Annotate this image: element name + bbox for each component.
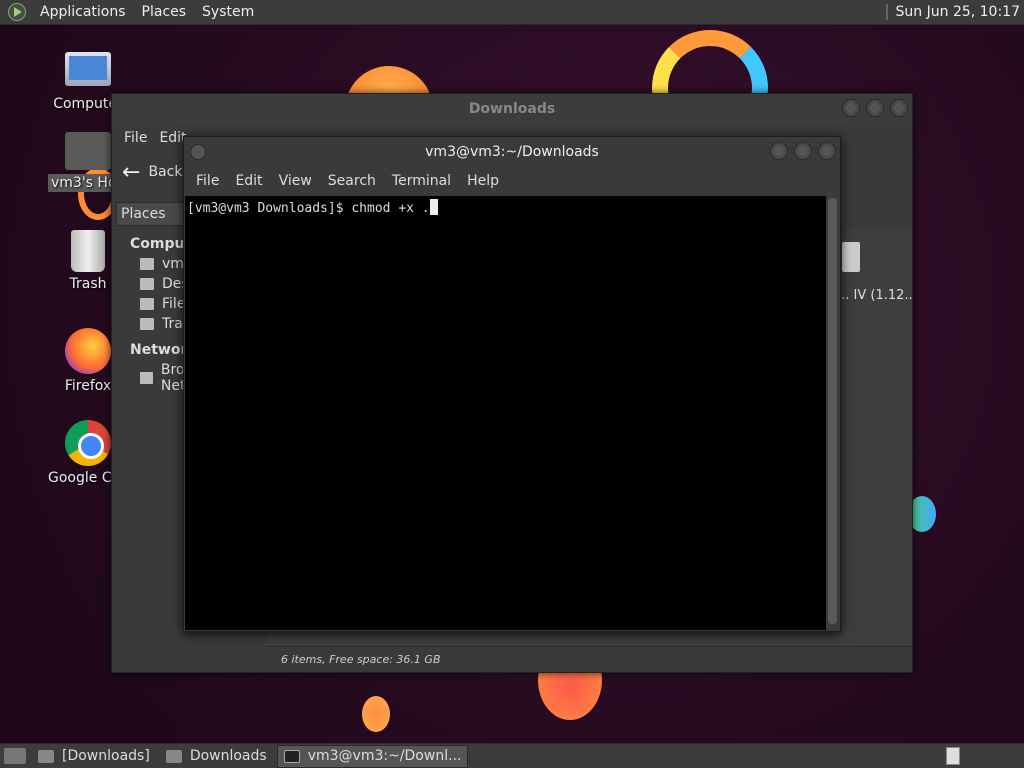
terminal-scrollbar[interactable] (826, 196, 839, 630)
terminal-menubar: File Edit View Search Terminal Help (184, 167, 840, 195)
mate-logo-icon[interactable] (8, 3, 26, 21)
text-cursor (429, 199, 438, 215)
wallpaper-shape (362, 696, 390, 732)
taskbar-item-label: Downloads (189, 748, 267, 764)
taskbar-item-downloads[interactable]: Downloads (160, 745, 273, 768)
file-manager-titlebar[interactable]: Downloads (112, 94, 912, 124)
home-folder-icon (65, 132, 111, 170)
menu-file[interactable]: File (118, 130, 153, 146)
bottom-panel: [Downloads] Downloads vm3@vm3:~/Downl... (0, 743, 1024, 768)
window-title: Downloads (468, 101, 556, 117)
taskbar-item-label: [Downloads] (62, 748, 150, 764)
window-controls (770, 142, 836, 160)
firefox-icon (65, 328, 111, 374)
menu-edit[interactable]: Edit (227, 167, 270, 195)
minimize-button[interactable] (770, 142, 788, 160)
home-icon (140, 258, 154, 270)
terminal-prompt-line: [vm3@vm3 Downloads]$ chmod +x . (187, 201, 430, 216)
system-menu[interactable]: System (194, 0, 262, 25)
drive-icon (140, 298, 154, 310)
terminal-icon (283, 749, 300, 763)
terminal-titlebar[interactable]: vm3@vm3:~/Downloads (184, 137, 840, 167)
maximize-button[interactable] (866, 99, 884, 117)
menu-search[interactable]: Search (320, 167, 384, 195)
window-title: vm3@vm3:~/Downloads (425, 144, 599, 160)
close-button[interactable] (890, 99, 908, 117)
back-button[interactable]: Back (148, 164, 182, 180)
places-menu[interactable]: Places (134, 0, 195, 25)
file-label[interactable]: ... IV (1.12.... [Multi] ...acker-... (837, 286, 912, 305)
chrome-icon (65, 420, 111, 466)
desktop-icon (140, 278, 154, 290)
status-bar: 6 items, Free space: 36.1 GB (267, 646, 912, 672)
terminal-screen[interactable]: [vm3@vm3 Downloads]$ chmod +x . (185, 196, 827, 630)
terminal-window: vm3@vm3:~/Downloads File Edit View Searc… (183, 136, 841, 632)
workspace-switcher[interactable] (946, 747, 960, 765)
menu-view[interactable]: View (271, 167, 320, 195)
maximize-button[interactable] (794, 142, 812, 160)
close-button[interactable] (818, 142, 836, 160)
trash-icon (140, 318, 154, 330)
computer-icon (65, 52, 111, 86)
show-desktop-icon[interactable] (4, 748, 26, 764)
scrollbar-thumb[interactable] (828, 198, 837, 624)
top-panel: Applications Places System Sun Jun 25, 1… (0, 0, 1024, 25)
folder-icon (38, 749, 54, 763)
taskbar-item-terminal[interactable]: vm3@vm3:~/Downl... (276, 744, 469, 768)
menu-help[interactable]: Help (459, 167, 507, 195)
menu-terminal[interactable]: Terminal (384, 167, 459, 195)
minimize-button[interactable] (842, 99, 860, 117)
taskbar-item-label: vm3@vm3:~/Downl... (307, 748, 462, 764)
applications-menu[interactable]: Applications (32, 0, 134, 25)
back-arrow-icon[interactable]: ← (122, 160, 140, 185)
panel-separator (885, 4, 888, 20)
window-menu-icon[interactable] (190, 144, 206, 160)
network-icon (140, 372, 153, 384)
clock[interactable]: Sun Jun 25, 10:17 (896, 4, 1024, 20)
file-icon[interactable] (842, 242, 860, 272)
taskbar-item-downloads-bracketed[interactable]: [Downloads] (32, 745, 156, 768)
folder-icon (165, 749, 182, 763)
window-controls (842, 99, 908, 117)
menu-file[interactable]: File (188, 167, 227, 195)
trash-icon (71, 230, 105, 272)
